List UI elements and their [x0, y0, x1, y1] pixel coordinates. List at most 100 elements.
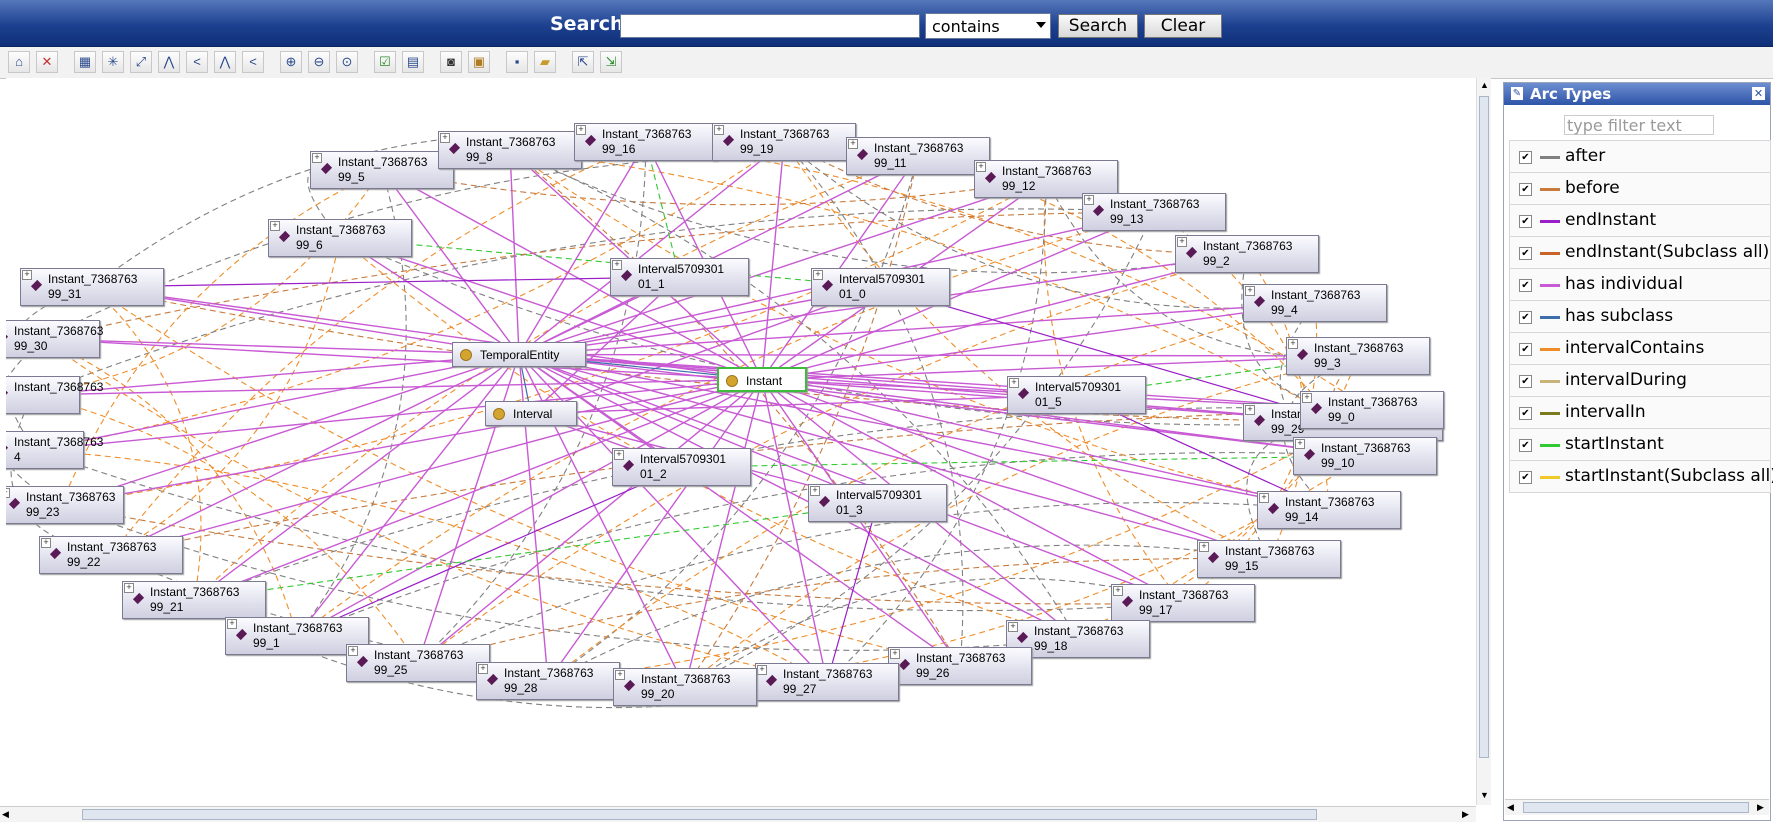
expand-icon[interactable]: + — [1259, 493, 1269, 503]
individual-node-i8[interactable]: + Instant_7368763 99_8 — [438, 131, 582, 169]
search-mode-select[interactable]: contains — [925, 13, 1051, 39]
expand-icon[interactable]: + — [1009, 378, 1019, 388]
individual-node-i20[interactable]: + Instant_7368763 99_20 — [613, 668, 757, 706]
individual-node-i19[interactable]: + Instant_7368763 99_19 — [712, 123, 856, 161]
individual-node-int0[interactable]: + Interval5709301 01_0 — [811, 268, 950, 306]
grid-layout-icon[interactable]: ▦ — [74, 51, 96, 73]
individual-node-i5[interactable]: + Instant_7368763 99_5 — [310, 151, 454, 189]
individual-node-i24[interactable]: +Instant_7368763 4 — [6, 431, 103, 469]
arc-type-item[interactable]: ✔ has individual — [1509, 268, 1771, 301]
individual-node-i25[interactable]: + Instant_7368763 99_25 — [346, 644, 490, 682]
arc-type-checkbox[interactable]: ✔ — [1519, 375, 1532, 388]
individual-node-i17[interactable]: + Instant_7368763 99_17 — [1111, 584, 1255, 622]
expand-icon[interactable]: + — [576, 125, 586, 135]
arc-type-checkbox[interactable]: ✔ — [1519, 215, 1532, 228]
home-icon[interactable]: ⌂ — [8, 51, 30, 73]
expand-icon[interactable]: + — [312, 153, 322, 163]
individual-node-ix[interactable]: +Instant_7368763 — [6, 376, 103, 414]
spring-layout-icon[interactable]: ⤢ — [130, 51, 152, 73]
expand-icon[interactable]: + — [1245, 286, 1255, 296]
expand-icon[interactable]: + — [1008, 622, 1018, 632]
export-image-icon[interactable]: ▣ — [468, 51, 490, 73]
save-icon[interactable]: ▪ — [506, 51, 528, 73]
arc-type-item[interactable]: ✔ intervalDuring — [1509, 364, 1771, 397]
individual-node-i15[interactable]: + Instant_7368763 99_15 — [1197, 540, 1341, 578]
expand-icon[interactable]: + — [890, 649, 900, 659]
scroll-left-icon[interactable]: ◀ — [1507, 802, 1514, 813]
expand-icon[interactable]: + — [615, 670, 625, 680]
expand-icon[interactable]: + — [1113, 586, 1123, 596]
expand-icon[interactable]: + — [1084, 195, 1094, 205]
clear-button[interactable]: Clear — [1144, 14, 1222, 38]
expand-icon[interactable]: + — [6, 488, 10, 498]
individual-node-i30[interactable]: +Instant_7368763 99_30 — [6, 320, 103, 358]
open-icon[interactable]: ▰ — [534, 51, 556, 73]
filter-input[interactable]: type filter text — [1564, 115, 1714, 135]
expand-icon[interactable]: + — [22, 270, 32, 280]
expand-icon[interactable]: + — [1177, 237, 1187, 247]
expand-icon[interactable]: + — [1199, 542, 1209, 552]
arc-type-checkbox[interactable]: ✔ — [1519, 247, 1532, 260]
arc-type-item[interactable]: ✔ after — [1509, 140, 1771, 173]
horizontal-scroll-thumb[interactable] — [82, 809, 1317, 820]
individual-node-i6[interactable]: + Instant_7368763 99_6 — [268, 219, 412, 257]
arc-type-item[interactable]: ✔ startInstant — [1509, 428, 1771, 461]
filter-icon[interactable]: ☑ — [374, 51, 396, 73]
arc-type-checkbox[interactable]: ✔ — [1519, 407, 1532, 420]
individual-node-i4[interactable]: + Instant_7368763 99_4 — [1243, 284, 1387, 322]
graph-canvas[interactable]: TemporalEntity Interval Instant + Instant_73… — [6, 78, 1476, 805]
expand-icon[interactable]: + — [810, 486, 820, 496]
scroll-right-icon[interactable]: ▶ — [1462, 809, 1469, 820]
arc-type-checkbox[interactable]: ✔ — [1519, 343, 1532, 356]
scroll-left-icon[interactable]: ◀ — [2, 809, 9, 820]
arc-type-checkbox[interactable]: ✔ — [1519, 471, 1532, 484]
scroll-down-icon[interactable]: ▼ — [1480, 790, 1489, 800]
expand-icon[interactable]: + — [1295, 439, 1305, 449]
reset-icon[interactable]: ✕ — [36, 51, 58, 73]
arc-type-checkbox[interactable]: ✔ — [1519, 183, 1532, 196]
expand-icon[interactable]: + — [612, 260, 622, 270]
search-input[interactable] — [620, 14, 920, 38]
arc-type-item[interactable]: ✔ endInstant — [1509, 204, 1771, 237]
individual-node-i3[interactable]: + Instant_7368763 99_3 — [1286, 337, 1430, 375]
expand-icon[interactable]: + — [270, 221, 280, 231]
expand-icon[interactable]: + — [757, 665, 767, 675]
individual-node-i26[interactable]: + Instant_7368763 99_26 — [888, 647, 1032, 685]
expand-icon[interactable]: + — [1245, 405, 1255, 415]
individual-node-int1[interactable]: + Interval5709301 01_1 — [610, 258, 749, 296]
arc-type-checkbox[interactable]: ✔ — [1519, 151, 1532, 164]
individual-node-int2[interactable]: + Interval5709301 01_2 — [612, 448, 751, 486]
expand-icon[interactable]: + — [1302, 393, 1312, 403]
zoom-in-icon[interactable]: ⊕ — [280, 51, 302, 73]
expand-icon[interactable]: + — [848, 139, 858, 149]
individual-node-i31[interactable]: + Instant_7368763 99_31 — [20, 268, 164, 306]
tree-down-icon[interactable]: ⋀ — [158, 51, 180, 73]
expand-icon[interactable]: + — [1288, 339, 1298, 349]
arc-type-item[interactable]: ✔ startInstant(Subclass all) — [1509, 460, 1773, 493]
panel-horizontal-scrollbar[interactable]: ◀ ▶ — [1505, 799, 1769, 815]
close-icon[interactable]: ✕ — [1752, 87, 1765, 100]
expand-icon[interactable]: + — [813, 270, 823, 280]
tree-down-alt-icon[interactable]: ⋀ — [214, 51, 236, 73]
individual-node-int5[interactable]: + Interval5709301 01_5 — [1007, 376, 1146, 414]
radial-layout-icon[interactable]: ✳ — [102, 51, 124, 73]
arc-type-item[interactable]: ✔ before — [1509, 172, 1771, 205]
tree-left-alt-icon[interactable]: < — [242, 51, 264, 73]
expand-icon[interactable]: + — [124, 583, 134, 593]
arc-type-item[interactable]: ✔ has subclass — [1509, 300, 1771, 333]
tree-left-icon[interactable]: < — [186, 51, 208, 73]
expand-icon[interactable]: + — [227, 619, 237, 629]
zoom-fit-icon[interactable]: ⊙ — [336, 51, 358, 73]
expand-icon[interactable]: + — [348, 646, 358, 656]
arc-type-item[interactable]: ✔ intervalContains — [1509, 332, 1771, 365]
import-icon[interactable]: ⇲ — [600, 51, 622, 73]
arc-type-item[interactable]: ✔ endInstant(Subclass all) — [1509, 236, 1771, 269]
zoom-out-icon[interactable]: ⊖ — [308, 51, 330, 73]
arc-type-checkbox[interactable]: ✔ — [1519, 279, 1532, 292]
individual-node-i21[interactable]: + Instant_7368763 99_21 — [122, 581, 266, 619]
options-icon[interactable]: ▤ — [402, 51, 424, 73]
arc-type-checkbox[interactable]: ✔ — [1519, 439, 1532, 452]
arc-type-checkbox[interactable]: ✔ — [1519, 311, 1532, 324]
graph-vertical-scrollbar[interactable]: ▲ ▼ — [1476, 78, 1491, 805]
individual-node-i14[interactable]: + Instant_7368763 99_14 — [1257, 491, 1401, 529]
